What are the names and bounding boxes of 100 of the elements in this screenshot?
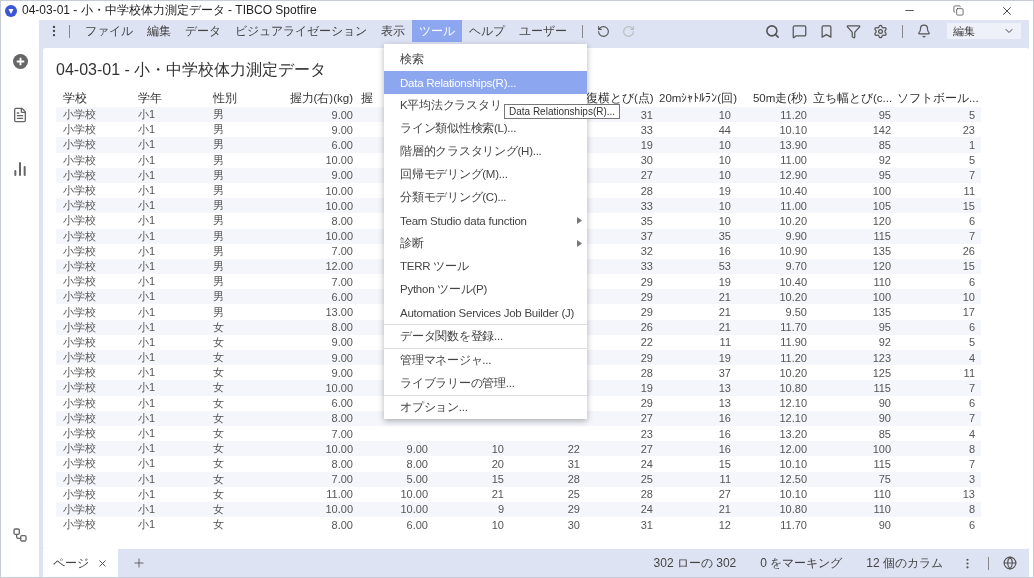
table-cell-text: 小学校 — [62, 456, 97, 472]
bell-icon[interactable] — [917, 24, 931, 38]
table-cell-text: 小学校 — [62, 380, 97, 396]
table-cell-text: 23 — [639, 427, 654, 440]
table-cell-text: 100 — [871, 184, 892, 197]
table-cell-text: 28 — [639, 366, 654, 379]
menu-item[interactable]: 検索 — [384, 48, 587, 71]
table-cell-text: 12.50 — [778, 473, 808, 486]
table-cell-text: 10.40 — [778, 184, 808, 197]
table-cell-text: 11 — [718, 473, 732, 486]
table-cell-text: 100 — [871, 442, 892, 455]
menu-item[interactable]: ヘルプ — [462, 20, 512, 42]
table-cell-text: 10 — [717, 199, 732, 212]
table-cell-text: 男 — [212, 289, 225, 305]
table-cell-text: 小1 — [137, 137, 157, 153]
table-cell-text: 110 — [872, 275, 892, 288]
window-title: 04-03-01 - 小・中学校体力測定データ - TIBCO Spotfire — [22, 2, 317, 19]
table-cell-text: 7 — [967, 230, 976, 243]
menu-item[interactable]: オプション... — [384, 396, 587, 419]
column-header[interactable]: 復横とび(点) — [586, 91, 659, 106]
filter-icon[interactable] — [846, 23, 861, 39]
menu-item[interactable]: 階層的クラスタリング(H)... — [384, 140, 587, 163]
table-cell-text: 10 — [717, 108, 732, 121]
table-cell-text: 小1 — [137, 304, 157, 320]
menu-item[interactable]: 回帰モデリング(M)... — [384, 163, 587, 186]
menu-item[interactable]: 管理マネージャ... — [384, 349, 587, 372]
column-header[interactable]: 握力(右)(kg) — [281, 91, 359, 106]
page-tab[interactable]: ページ — [43, 549, 118, 577]
search-icon[interactable] — [765, 23, 780, 39]
table-cell-text: 26 — [961, 245, 976, 258]
column-header[interactable]: 学年 — [131, 91, 206, 106]
table-cell-text: 11 — [718, 336, 732, 349]
menu-item[interactable]: データ関数を登録... — [384, 325, 587, 348]
table-cell-text: 16 — [717, 412, 732, 425]
bookmark-icon[interactable] — [819, 23, 834, 39]
app-logo-icon — [5, 4, 17, 17]
mode-dropdown[interactable]: 編集 — [947, 23, 1021, 39]
menu-item[interactable]: データ — [178, 20, 228, 42]
menu-item[interactable]: ライン類似性検索(L)... — [384, 117, 587, 140]
menu-item[interactable]: ライブラリーの管理... — [384, 372, 587, 395]
column-header[interactable]: 学校 — [56, 91, 131, 106]
menu-item[interactable]: 分類モデリング(C)... — [384, 186, 587, 209]
column-header[interactable]: 立ち幅とび(c... — [813, 91, 897, 106]
table-cell-text: 90 — [877, 397, 892, 410]
table-cell-text: 135 — [871, 306, 892, 319]
add-icon[interactable] — [12, 54, 28, 69]
table-cell-text: 小学校 — [62, 471, 97, 487]
menu-item[interactable]: Automation Services Job Builder (J) — [384, 301, 587, 324]
close-tab-icon[interactable] — [97, 557, 108, 569]
table-cell-text: 11.90 — [779, 336, 808, 349]
table-cell-text: 27 — [639, 412, 654, 425]
table-cell-text: 115 — [872, 457, 892, 470]
menu-item[interactable]: TERR ツール — [384, 255, 587, 278]
table-cell-text: 15 — [961, 199, 976, 212]
table-cell-text: 3 — [967, 473, 976, 486]
table-cell-text: 小1 — [137, 486, 157, 502]
table-cell-text: 9.70 — [784, 260, 808, 273]
table-cell-text: 44 — [717, 123, 732, 136]
table-cell-text: 12.90 — [778, 169, 808, 182]
undo-icon[interactable] — [597, 24, 610, 38]
table-cell-text: 7 — [967, 412, 976, 425]
table-cell-text: 125 — [871, 366, 892, 379]
table-cell-text: 13.00 — [324, 306, 354, 319]
menu-item[interactable]: ビジュアライゼーション — [228, 20, 374, 42]
table-cell-text: 32 — [639, 245, 654, 258]
table-cell-text: 小学校 — [62, 122, 97, 138]
menu-item[interactable]: 表示 — [374, 20, 412, 42]
column-header[interactable]: 50m走(秒) — [737, 91, 813, 106]
globe-icon[interactable] — [1003, 556, 1017, 570]
settings-icon[interactable] — [873, 23, 888, 39]
chat-icon[interactable] — [792, 23, 807, 39]
table-cell-text: 16 — [717, 245, 732, 258]
table-cell-text: 小学校 — [62, 501, 97, 517]
table-cell-text: 7 — [967, 381, 976, 394]
table-cell-text: 女 — [212, 365, 225, 381]
menu-item[interactable]: 診断 — [384, 232, 587, 255]
column-header[interactable]: ソフトボール... — [897, 91, 981, 106]
table-cell-text: 小1 — [137, 410, 157, 426]
table-cell-text: 75 — [877, 473, 892, 486]
table-cell-text: 12.10 — [778, 412, 808, 425]
column-header[interactable]: 性別 — [206, 91, 281, 106]
menu-item[interactable]: Python ツール(P) — [384, 278, 587, 301]
table-cell-text: 19 — [639, 138, 654, 151]
table-cell-text: 8 — [967, 442, 976, 455]
table-cell-text: 19 — [717, 351, 732, 364]
menu-item[interactable]: Team Studio data function — [384, 209, 587, 232]
column-header[interactable]: 20mｼｬﾄﾙﾗﾝ(回) — [659, 91, 737, 106]
table-cell-text: 11.20 — [779, 351, 808, 364]
table-cell-text: 小1 — [137, 350, 157, 366]
table-cell-text: 95 — [877, 169, 892, 182]
flow-diagram-icon[interactable] — [12, 527, 28, 543]
menu-item[interactable]: ファイル — [78, 20, 140, 42]
table-cell-text: 6 — [967, 397, 976, 410]
table-cell-text: 7 — [967, 169, 976, 182]
menu-item[interactable]: 編集 — [140, 20, 178, 42]
document-icon[interactable] — [12, 107, 28, 123]
table-cell-text: 小1 — [137, 471, 157, 487]
menu-item[interactable]: ユーザー — [512, 20, 574, 42]
restore-icon[interactable] — [952, 5, 964, 16]
bar-chart-icon[interactable] — [12, 161, 28, 177]
